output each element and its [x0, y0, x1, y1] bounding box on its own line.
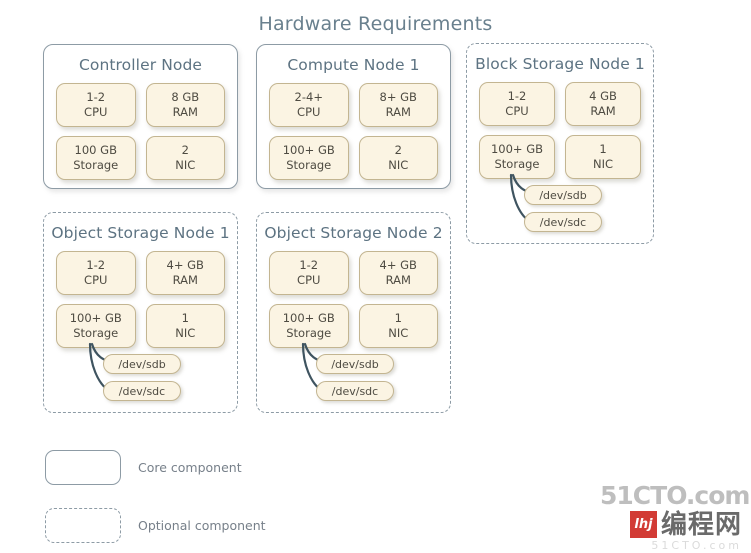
component-nic[interactable]: 2 NIC: [145, 136, 225, 180]
legend-label-core: Core component: [138, 460, 242, 475]
component-grid: 2-4+ CPU 8+ GB RAM 100+ GB Storage 2 NIC: [269, 83, 438, 180]
component-ram[interactable]: 8 GB RAM: [145, 83, 225, 127]
component-cpu[interactable]: 1-2 CPU: [56, 83, 136, 127]
component-line1: 8+ GB: [379, 90, 417, 105]
device-pill-sdc[interactable]: /dev/sdc: [316, 381, 394, 401]
component-line1: 2: [181, 143, 189, 158]
watermark-site-name: 51CTO.com: [600, 481, 750, 510]
component-line2: RAM: [172, 105, 198, 119]
legend-row-optional: Optional component: [45, 508, 266, 543]
node-title: Controller Node: [78, 56, 203, 74]
component-line2: Storage: [494, 157, 540, 171]
component-line2: Storage: [73, 158, 119, 172]
component-grid: 1-2 CPU 8 GB RAM 100 GB Storage 2 NIC: [56, 83, 225, 180]
component-line2: CPU: [84, 105, 108, 119]
component-line1: 1-2: [86, 258, 106, 273]
node-title: Block Storage Node 1: [475, 55, 645, 73]
node-title: Object Storage Node 2: [264, 224, 443, 242]
component-grid: 1-2 CPU 4+ GB RAM 100+ GB Storage 1 NIC: [56, 251, 225, 348]
node-block-storage-node-1[interactable]: Block Storage Node 1 1-2 CPU 4 GB RAM 10…: [466, 43, 654, 244]
component-nic[interactable]: 1 NIC: [358, 304, 438, 348]
component-cpu[interactable]: 1-2 CPU: [479, 82, 555, 126]
node-compute-node-1[interactable]: Compute Node 1 2-4+ CPU 8+ GB RAM 100+ G…: [256, 44, 451, 189]
component-line1: 1-2: [299, 258, 319, 273]
component-line2: CPU: [84, 273, 108, 287]
component-line2: RAM: [172, 273, 198, 287]
component-cpu[interactable]: 1-2 CPU: [269, 251, 349, 295]
watermark-badge-icon: lhj: [629, 511, 657, 538]
legend-label-optional: Optional component: [138, 518, 266, 533]
legend-swatch-core: [45, 450, 121, 485]
component-line1: 4+ GB: [379, 258, 417, 273]
component-line1: 100+ GB: [490, 142, 544, 157]
device-pill-sdb[interactable]: /dev/sdb: [103, 354, 181, 374]
component-storage[interactable]: 100 GB Storage: [56, 136, 136, 180]
page-title: Hardware Requirements: [258, 13, 493, 35]
watermark-ghost-text: 51CTO.com: [651, 539, 742, 552]
component-line2: CPU: [505, 104, 529, 118]
component-storage[interactable]: 100+ GB Storage: [479, 135, 555, 179]
node-title: Object Storage Node 1: [51, 224, 230, 242]
component-line1: 2-4+: [294, 90, 323, 105]
component-line1: 1-2: [507, 89, 527, 104]
component-storage[interactable]: 100+ GB Storage: [269, 304, 349, 348]
component-line2: NIC: [388, 158, 409, 172]
component-line2: NIC: [175, 158, 196, 172]
device-pill-sdb[interactable]: /dev/sdb: [316, 354, 394, 374]
component-line1: 4 GB: [589, 89, 617, 104]
device-pill-sdc[interactable]: /dev/sdc: [103, 381, 181, 401]
component-line2: RAM: [385, 273, 411, 287]
component-line2: Storage: [286, 158, 332, 172]
component-line1: 100+ GB: [282, 311, 335, 326]
component-grid: 1-2 CPU 4 GB RAM 100+ GB Storage 1 NIC: [479, 82, 641, 179]
component-line2: NIC: [388, 326, 409, 340]
node-title: Compute Node 1: [287, 56, 420, 74]
device-pill-sdb[interactable]: /dev/sdb: [524, 185, 602, 205]
node-object-storage-node-1[interactable]: Object Storage Node 1 1-2 CPU 4+ GB RAM …: [43, 212, 238, 413]
component-cpu[interactable]: 2-4+ CPU: [269, 83, 349, 127]
component-line1: 100+ GB: [69, 311, 122, 326]
component-line2: Storage: [286, 326, 332, 340]
node-controller-node[interactable]: Controller Node 1-2 CPU 8 GB RAM 100 GB …: [43, 44, 238, 189]
component-line2: Storage: [73, 326, 119, 340]
watermark-logo-row: lhj 编程网: [600, 511, 742, 538]
component-grid: 1-2 CPU 4+ GB RAM 100+ GB Storage 1 NIC: [269, 251, 438, 348]
watermark-cn-text: 编程网: [660, 509, 742, 540]
component-storage[interactable]: 100+ GB Storage: [269, 136, 349, 180]
component-line2: NIC: [175, 326, 196, 340]
component-line2: NIC: [592, 157, 614, 171]
component-line1: 1: [394, 311, 402, 326]
component-line1: 1: [599, 142, 607, 157]
node-object-storage-node-2[interactable]: Object Storage Node 2 1-2 CPU 4+ GB RAM …: [256, 212, 451, 413]
component-storage[interactable]: 100+ GB Storage: [56, 304, 136, 348]
component-line1: 8 GB: [171, 90, 200, 105]
component-line2: RAM: [590, 104, 616, 118]
legend-swatch-optional: [45, 508, 121, 543]
component-ram[interactable]: 8+ GB RAM: [358, 83, 438, 127]
watermark: 51CTO.com lhj 编程网 51CTO.com: [600, 481, 750, 552]
component-ram[interactable]: 4+ GB RAM: [358, 251, 438, 295]
legend-row-core: Core component: [45, 450, 242, 485]
component-nic[interactable]: 1 NIC: [565, 135, 641, 179]
component-line2: CPU: [297, 273, 321, 287]
component-ram[interactable]: 4 GB RAM: [565, 82, 641, 126]
component-line1: 2: [394, 143, 402, 158]
device-pill-sdc[interactable]: /dev/sdc: [524, 212, 602, 232]
component-line1: 1: [181, 311, 189, 326]
component-line2: RAM: [385, 105, 411, 119]
component-line1: 1-2: [86, 90, 106, 105]
component-ram[interactable]: 4+ GB RAM: [145, 251, 225, 295]
component-cpu[interactable]: 1-2 CPU: [56, 251, 136, 295]
component-line1: 100+ GB: [282, 143, 335, 158]
component-nic[interactable]: 1 NIC: [145, 304, 225, 348]
component-nic[interactable]: 2 NIC: [358, 136, 438, 180]
component-line1: 4+ GB: [166, 258, 204, 273]
component-line1: 100 GB: [74, 143, 117, 158]
component-line2: CPU: [297, 105, 321, 119]
